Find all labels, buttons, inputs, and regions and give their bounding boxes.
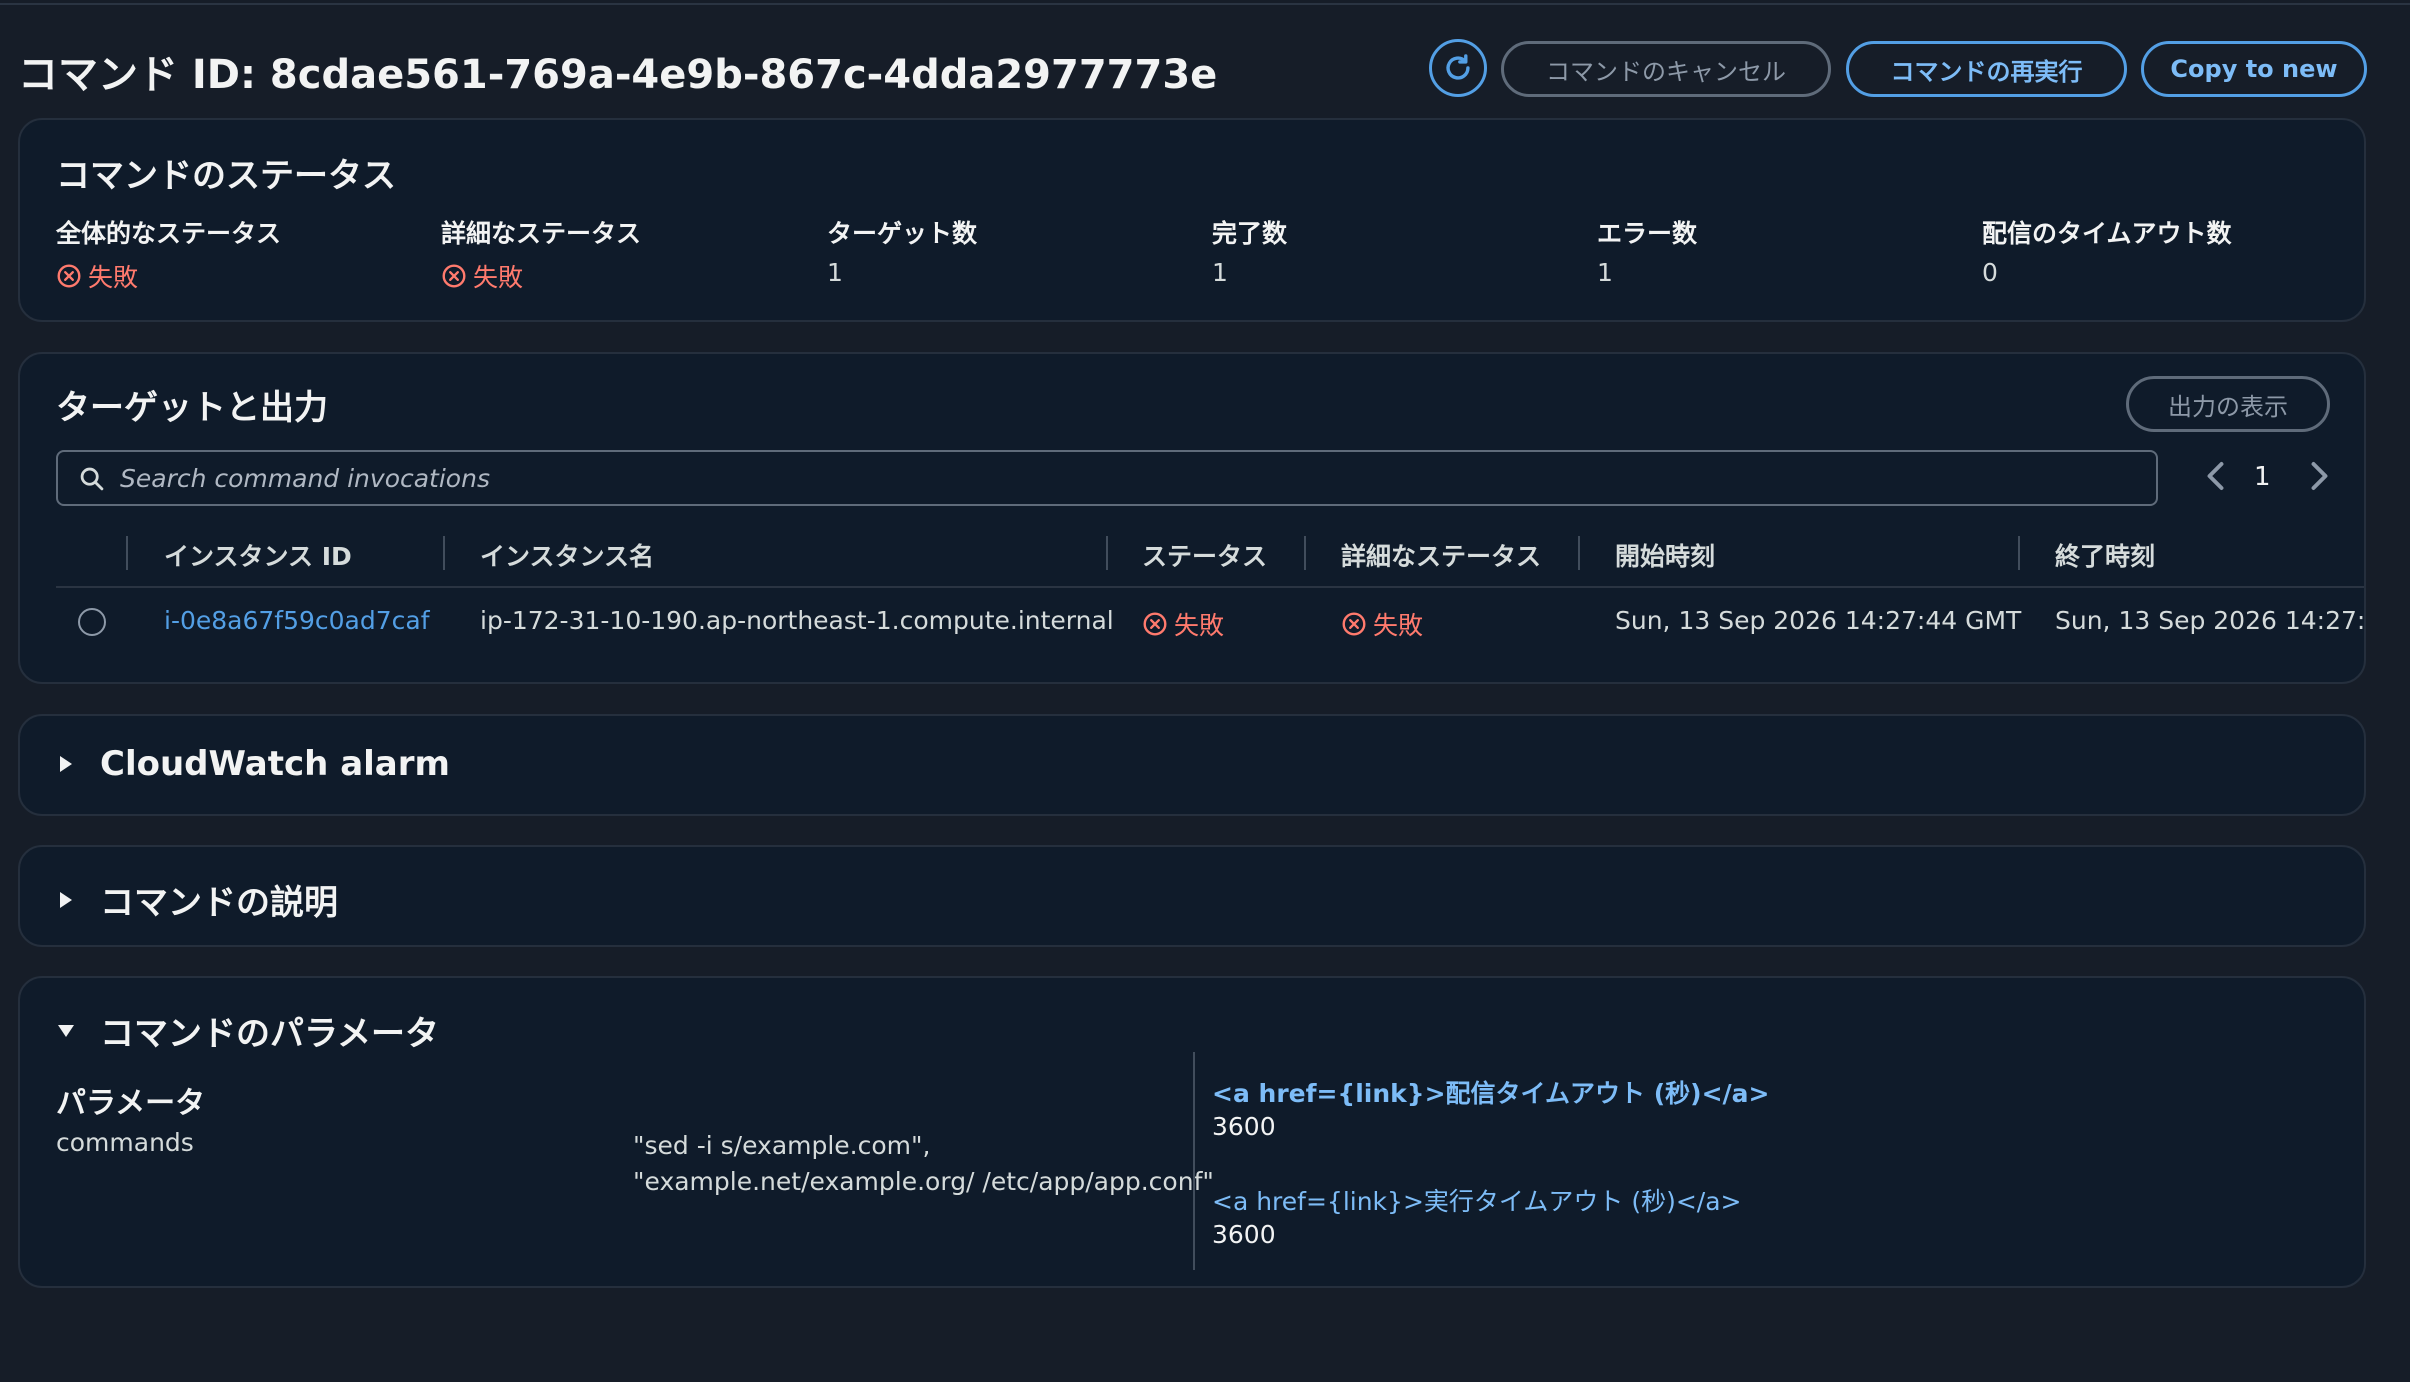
- refresh-button[interactable]: [1429, 39, 1487, 97]
- row-select-radio[interactable]: [78, 608, 106, 636]
- caret-right-icon: [60, 756, 72, 772]
- column-separator: [2018, 536, 2020, 570]
- caret-down-icon: [58, 1024, 74, 1037]
- copy-to-new-button[interactable]: Copy to new: [2141, 41, 2367, 97]
- page-title: コマンド ID: 8cdae561-769a-4e9b-867c-4dda297…: [18, 52, 1218, 98]
- parameter-value-line: "sed -i s/example.com",: [633, 1131, 931, 1160]
- rerun-command-button[interactable]: コマンドの再実行: [1846, 41, 2127, 97]
- command-status-panel: コマンドのステータス 全体的なステータス 失敗 詳細なステータス 失敗 ターゲッ…: [18, 118, 2366, 322]
- overall-status-text: 失敗: [88, 263, 139, 292]
- target-count-label: ターゲット数: [827, 219, 978, 248]
- row-detailed-status: 失敗: [1341, 606, 1423, 643]
- error-circle-icon: [1142, 611, 1168, 637]
- target-count: ターゲット数 1: [827, 214, 977, 287]
- error-count-value: 1: [1597, 258, 1613, 287]
- previous-page-icon[interactable]: [2202, 458, 2232, 494]
- error-circle-icon: [1341, 611, 1367, 637]
- column-separator: [1578, 536, 1580, 570]
- command-parameters-title: コマンドのパラメータ: [100, 1014, 439, 1054]
- parameter-value-line: "example.net/example.org/ /etc/app/app.c…: [633, 1167, 1214, 1196]
- table-header-divider: [56, 586, 2364, 588]
- execution-timeout-label[interactable]: <a href={link}>実行タイムアウト (秒)</a>: [1212, 1182, 1741, 1218]
- row-detailed-status-text: 失敗: [1373, 611, 1424, 640]
- target-count-value: 1: [827, 258, 843, 287]
- delivery-timeout-value: 3600: [1212, 1112, 1276, 1141]
- command-status-title: コマンドのステータス: [56, 156, 396, 196]
- cloudwatch-alarm-panel: CloudWatch alarm: [18, 714, 2366, 816]
- error-count: エラー数 1: [1597, 214, 1697, 287]
- column-header-detailed-status[interactable]: 詳細なステータス: [1341, 537, 1541, 573]
- completed-count: 完了数 1: [1212, 214, 1287, 287]
- next-page-icon[interactable]: [2303, 458, 2333, 494]
- error-circle-icon: [56, 263, 82, 289]
- column-separator: [126, 536, 128, 570]
- instance-name: ip-172-31-10-190.ap-northeast-1.compute.…: [480, 606, 1114, 635]
- targets-output-title: ターゲットと出力: [56, 388, 328, 428]
- parameter-key: commands: [56, 1128, 194, 1157]
- column-header-status[interactable]: ステータス: [1142, 537, 1267, 573]
- parameters-heading: パラメータ: [56, 1086, 206, 1121]
- parameters-column-separator: [1193, 1052, 1195, 1270]
- row-start-time: Sun, 13 Sep 2026 14:27:44 GMT: [1615, 606, 2022, 635]
- delivery-timeout-count: 配信のタイムアウト数 0: [1982, 214, 2232, 287]
- detailed-status-value: 失敗: [441, 258, 523, 294]
- cloudwatch-alarm-toggle[interactable]: CloudWatch alarm: [56, 744, 450, 784]
- column-header-start-time[interactable]: 開始時刻: [1615, 537, 1715, 573]
- command-parameters-panel: コマンドのパラメータ パラメータ commands "sed -i s/exam…: [18, 976, 2366, 1288]
- overall-status-label: 全体的なステータス: [56, 219, 282, 248]
- execution-timeout-value: 3600: [1212, 1220, 1276, 1249]
- column-separator: [443, 536, 445, 570]
- row-status: 失敗: [1142, 606, 1224, 643]
- column-header-instance-id[interactable]: インスタンス ID: [164, 537, 352, 573]
- error-count-label: エラー数: [1597, 219, 1698, 248]
- detailed-status-label: 詳細なステータス: [441, 219, 642, 248]
- refresh-icon: [1446, 54, 1470, 80]
- error-circle-icon: [441, 263, 467, 289]
- column-header-end-time[interactable]: 終了時刻: [2055, 537, 2155, 573]
- completed-count-label: 完了数: [1212, 219, 1288, 248]
- delivery-timeout-label[interactable]: <a href={link}>配信タイムアウト (秒)</a>: [1212, 1074, 1769, 1110]
- cloudwatch-alarm-title: CloudWatch alarm: [100, 744, 450, 784]
- targets-output-panel: ターゲットと出力 出力の表示 1 インスタンス ID インスタンス名 ステータス…: [18, 352, 2366, 684]
- search-icon: [80, 467, 104, 491]
- detailed-status: 詳細なステータス 失敗: [441, 214, 641, 295]
- search-box: [56, 450, 2158, 506]
- delivery-timeout-count-value: 0: [1982, 258, 1998, 287]
- search-input[interactable]: [120, 463, 2156, 493]
- completed-count-value: 1: [1212, 258, 1228, 287]
- top-divider: [0, 0, 2410, 5]
- overall-status: 全体的なステータス 失敗: [56, 214, 281, 295]
- command-description-panel: コマンドの説明: [18, 845, 2366, 947]
- command-description-toggle[interactable]: コマンドの説明: [56, 875, 338, 924]
- row-status-text: 失敗: [1174, 611, 1225, 640]
- row-end-time: Sun, 13 Sep 2026 14:27:44: [2055, 606, 2366, 635]
- column-separator: [1304, 536, 1306, 570]
- view-output-button[interactable]: 出力の表示: [2126, 376, 2330, 432]
- command-description-title: コマンドの説明: [100, 883, 338, 923]
- detailed-status-text: 失敗: [473, 263, 524, 292]
- cancel-command-button[interactable]: コマンドのキャンセル: [1501, 41, 1831, 97]
- parameter-value: "sed -i s/example.com", "example.net/exa…: [633, 1128, 1214, 1200]
- overall-status-value: 失敗: [56, 258, 138, 294]
- caret-right-icon: [60, 891, 72, 908]
- current-page-number[interactable]: 1: [2254, 462, 2271, 492]
- instance-id-link[interactable]: i-0e8a67f59c0ad7caf: [164, 606, 430, 635]
- column-separator: [1106, 536, 1108, 570]
- column-header-instance-name[interactable]: インスタンス名: [480, 537, 654, 573]
- delivery-timeout-count-label: 配信のタイムアウト数: [1982, 219, 2232, 248]
- command-parameters-toggle[interactable]: コマンドのパラメータ: [56, 1006, 439, 1055]
